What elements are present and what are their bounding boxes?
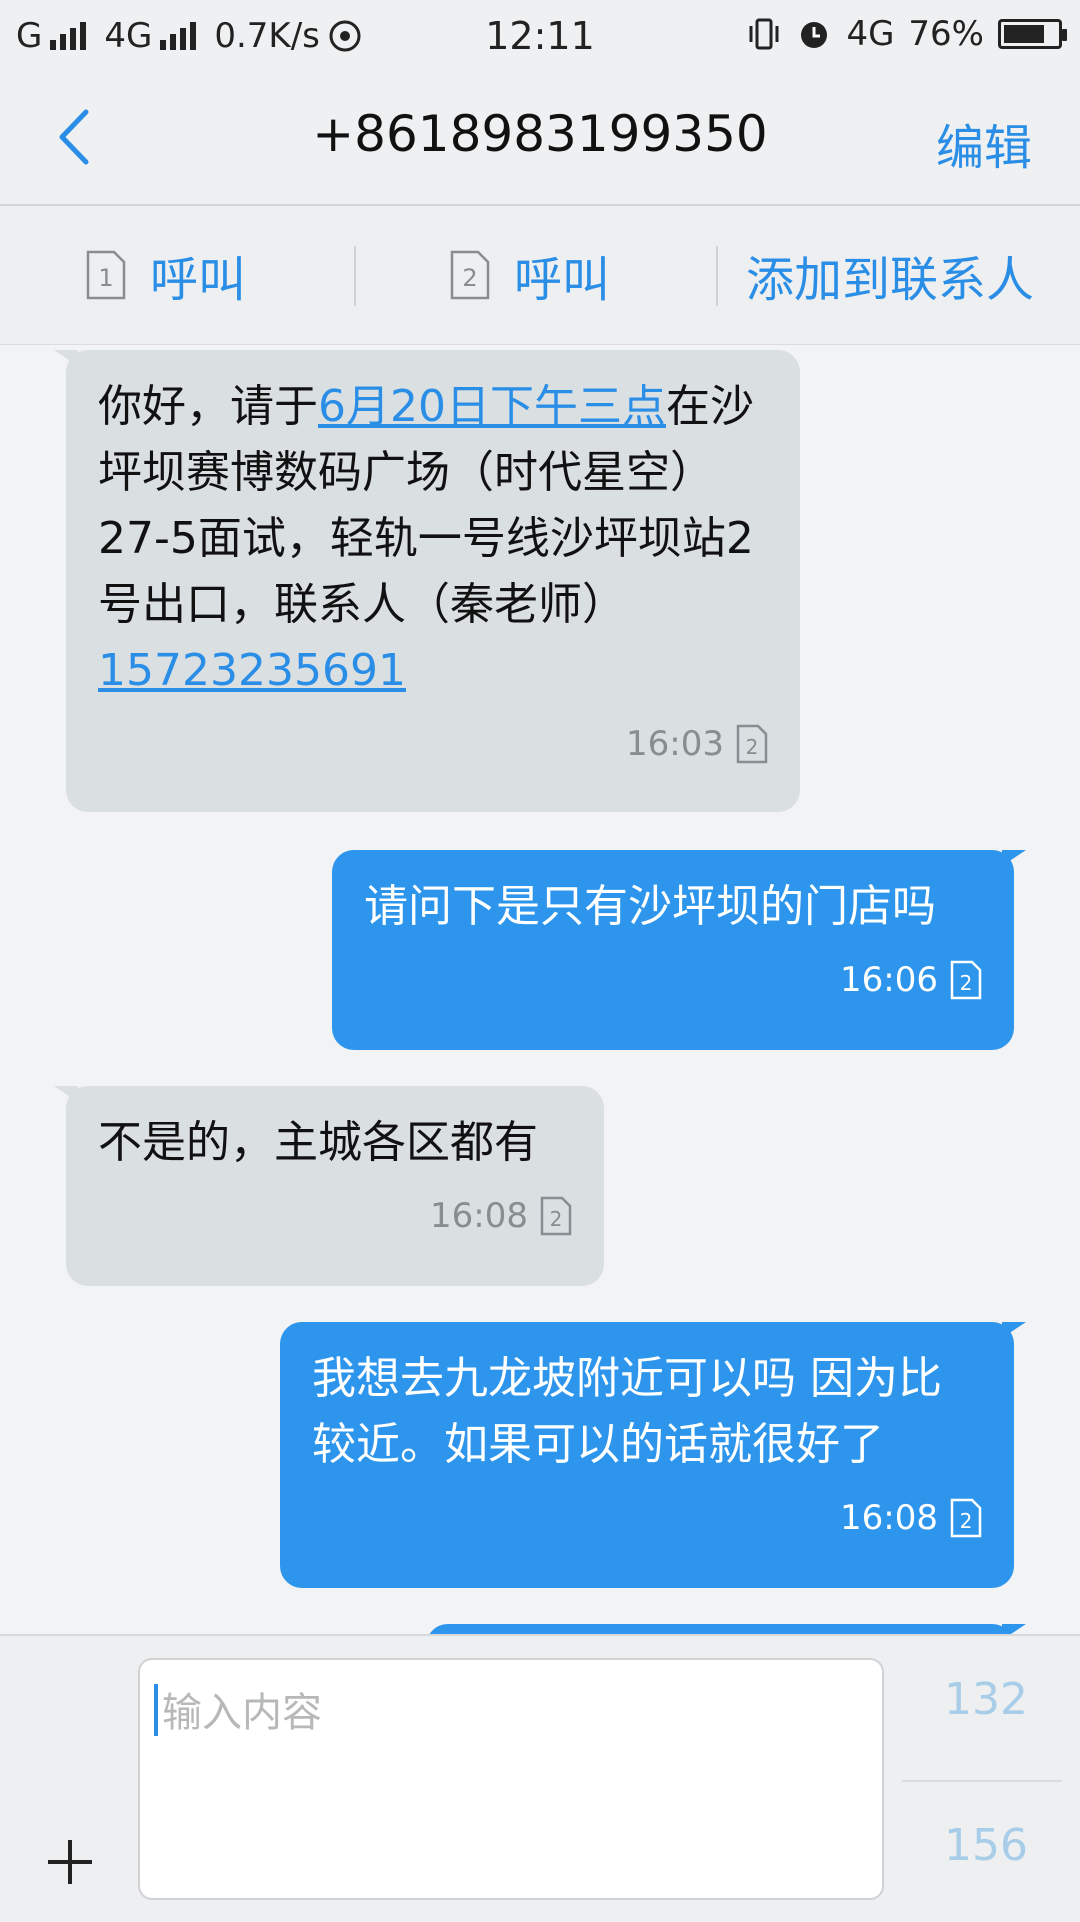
battery-percent: 76% bbox=[908, 14, 984, 54]
incoming-message[interactable]: 不是的，主城各区都有 16:08 2 bbox=[54, 1086, 604, 1286]
action-bar: 1 呼叫 2 呼叫 添加到联系人 bbox=[0, 206, 1080, 345]
message-meta: 16:08 2 bbox=[312, 1498, 982, 1538]
divider bbox=[902, 1780, 1062, 1782]
sim1-icon: 1 bbox=[86, 250, 126, 300]
message-thread[interactable]: 你好，请于6月20日下午三点在沙坪坝赛博数码广场（时代星空）27-5面试，轻轨一… bbox=[0, 344, 1080, 1634]
message-time: 16:08 bbox=[840, 1498, 938, 1538]
message-text: 不是的，主城各区都有 bbox=[98, 1117, 538, 1168]
call-label: 呼叫 bbox=[514, 252, 611, 308]
svg-text:2: 2 bbox=[746, 735, 759, 759]
message-text: 请问下是只有沙坪坝的门店吗 bbox=[364, 881, 936, 932]
phone-link[interactable]: 15723235691 bbox=[98, 645, 406, 696]
input-placeholder: 输入内容 bbox=[162, 1690, 322, 1736]
outgoing-message-partial[interactable] bbox=[426, 1624, 1026, 1634]
svg-text:2: 2 bbox=[960, 971, 973, 995]
battery-icon bbox=[998, 19, 1067, 49]
call-label: 呼叫 bbox=[150, 252, 247, 308]
plus-icon[interactable] bbox=[42, 1834, 98, 1890]
call-sim1-button[interactable]: 1 呼叫 bbox=[86, 240, 246, 310]
svg-text:2: 2 bbox=[462, 264, 477, 292]
call-sim2-button[interactable]: 2 呼叫 bbox=[450, 240, 610, 310]
message-meta: 16:06 2 bbox=[364, 960, 982, 1000]
add-contact-button[interactable]: 添加到联系人 bbox=[746, 240, 1034, 310]
message-meta: 16:03 2 bbox=[98, 724, 768, 764]
outgoing-message[interactable]: 我想去九龙坡附近可以吗 因为比较近。如果可以的话就很好了 16:08 2 bbox=[280, 1322, 1026, 1588]
sim2-icon: 2 bbox=[450, 250, 490, 300]
svg-text:1: 1 bbox=[98, 264, 113, 292]
message-text-part: 你好，请于 bbox=[98, 381, 318, 432]
add-contact-label: 添加到联系人 bbox=[746, 252, 1035, 308]
contact-number: +8618983199350 bbox=[312, 105, 768, 163]
sim2-icon: 2 bbox=[736, 724, 768, 764]
char-count-sim2[interactable]: 156 bbox=[944, 1820, 1028, 1871]
message-meta: 16:08 2 bbox=[98, 1196, 572, 1236]
svg-text:2: 2 bbox=[960, 1509, 973, 1533]
network-type: 4G bbox=[846, 14, 895, 54]
char-count-sim1[interactable]: 132 bbox=[944, 1674, 1028, 1725]
message-time: 16:08 bbox=[430, 1196, 528, 1236]
status-bar: G 4G 0.7K/s 12:11 4G 76% bbox=[0, 0, 1080, 72]
svg-text:2: 2 bbox=[550, 1207, 563, 1231]
composer: 输入内容 132 156 bbox=[0, 1634, 1080, 1922]
sim2-icon: 2 bbox=[950, 960, 982, 1000]
date-link[interactable]: 6月20日下午三点 bbox=[318, 381, 666, 432]
divider bbox=[354, 246, 356, 306]
conversation-header: +8618983199350 编辑 bbox=[0, 72, 1080, 206]
message-text: 你好，请于6月20日下午三点在沙坪坝赛博数码广场（时代星空）27-5面试，轻轨一… bbox=[98, 374, 768, 704]
text-caret bbox=[154, 1684, 158, 1736]
message-input[interactable]: 输入内容 bbox=[138, 1658, 884, 1900]
message-text: 我想去九龙坡附近可以吗 因为比较近。如果可以的话就很好了 bbox=[312, 1353, 942, 1470]
alarm-icon bbox=[801, 22, 828, 48]
edit-button[interactable]: 编辑 bbox=[936, 108, 1032, 178]
sim2-icon: 2 bbox=[540, 1196, 572, 1236]
divider bbox=[716, 246, 718, 306]
message-time: 16:03 bbox=[626, 724, 724, 764]
incoming-message[interactable]: 你好，请于6月20日下午三点在沙坪坝赛博数码广场（时代星空）27-5面试，轻轨一… bbox=[54, 350, 800, 812]
vibrate-icon bbox=[749, 18, 779, 50]
status-right: 4G 76% bbox=[746, 14, 1067, 54]
outgoing-message[interactable]: 请问下是只有沙坪坝的门店吗 16:06 2 bbox=[332, 850, 1026, 1050]
sim2-icon: 2 bbox=[950, 1498, 982, 1538]
message-time: 16:06 bbox=[840, 960, 938, 1000]
